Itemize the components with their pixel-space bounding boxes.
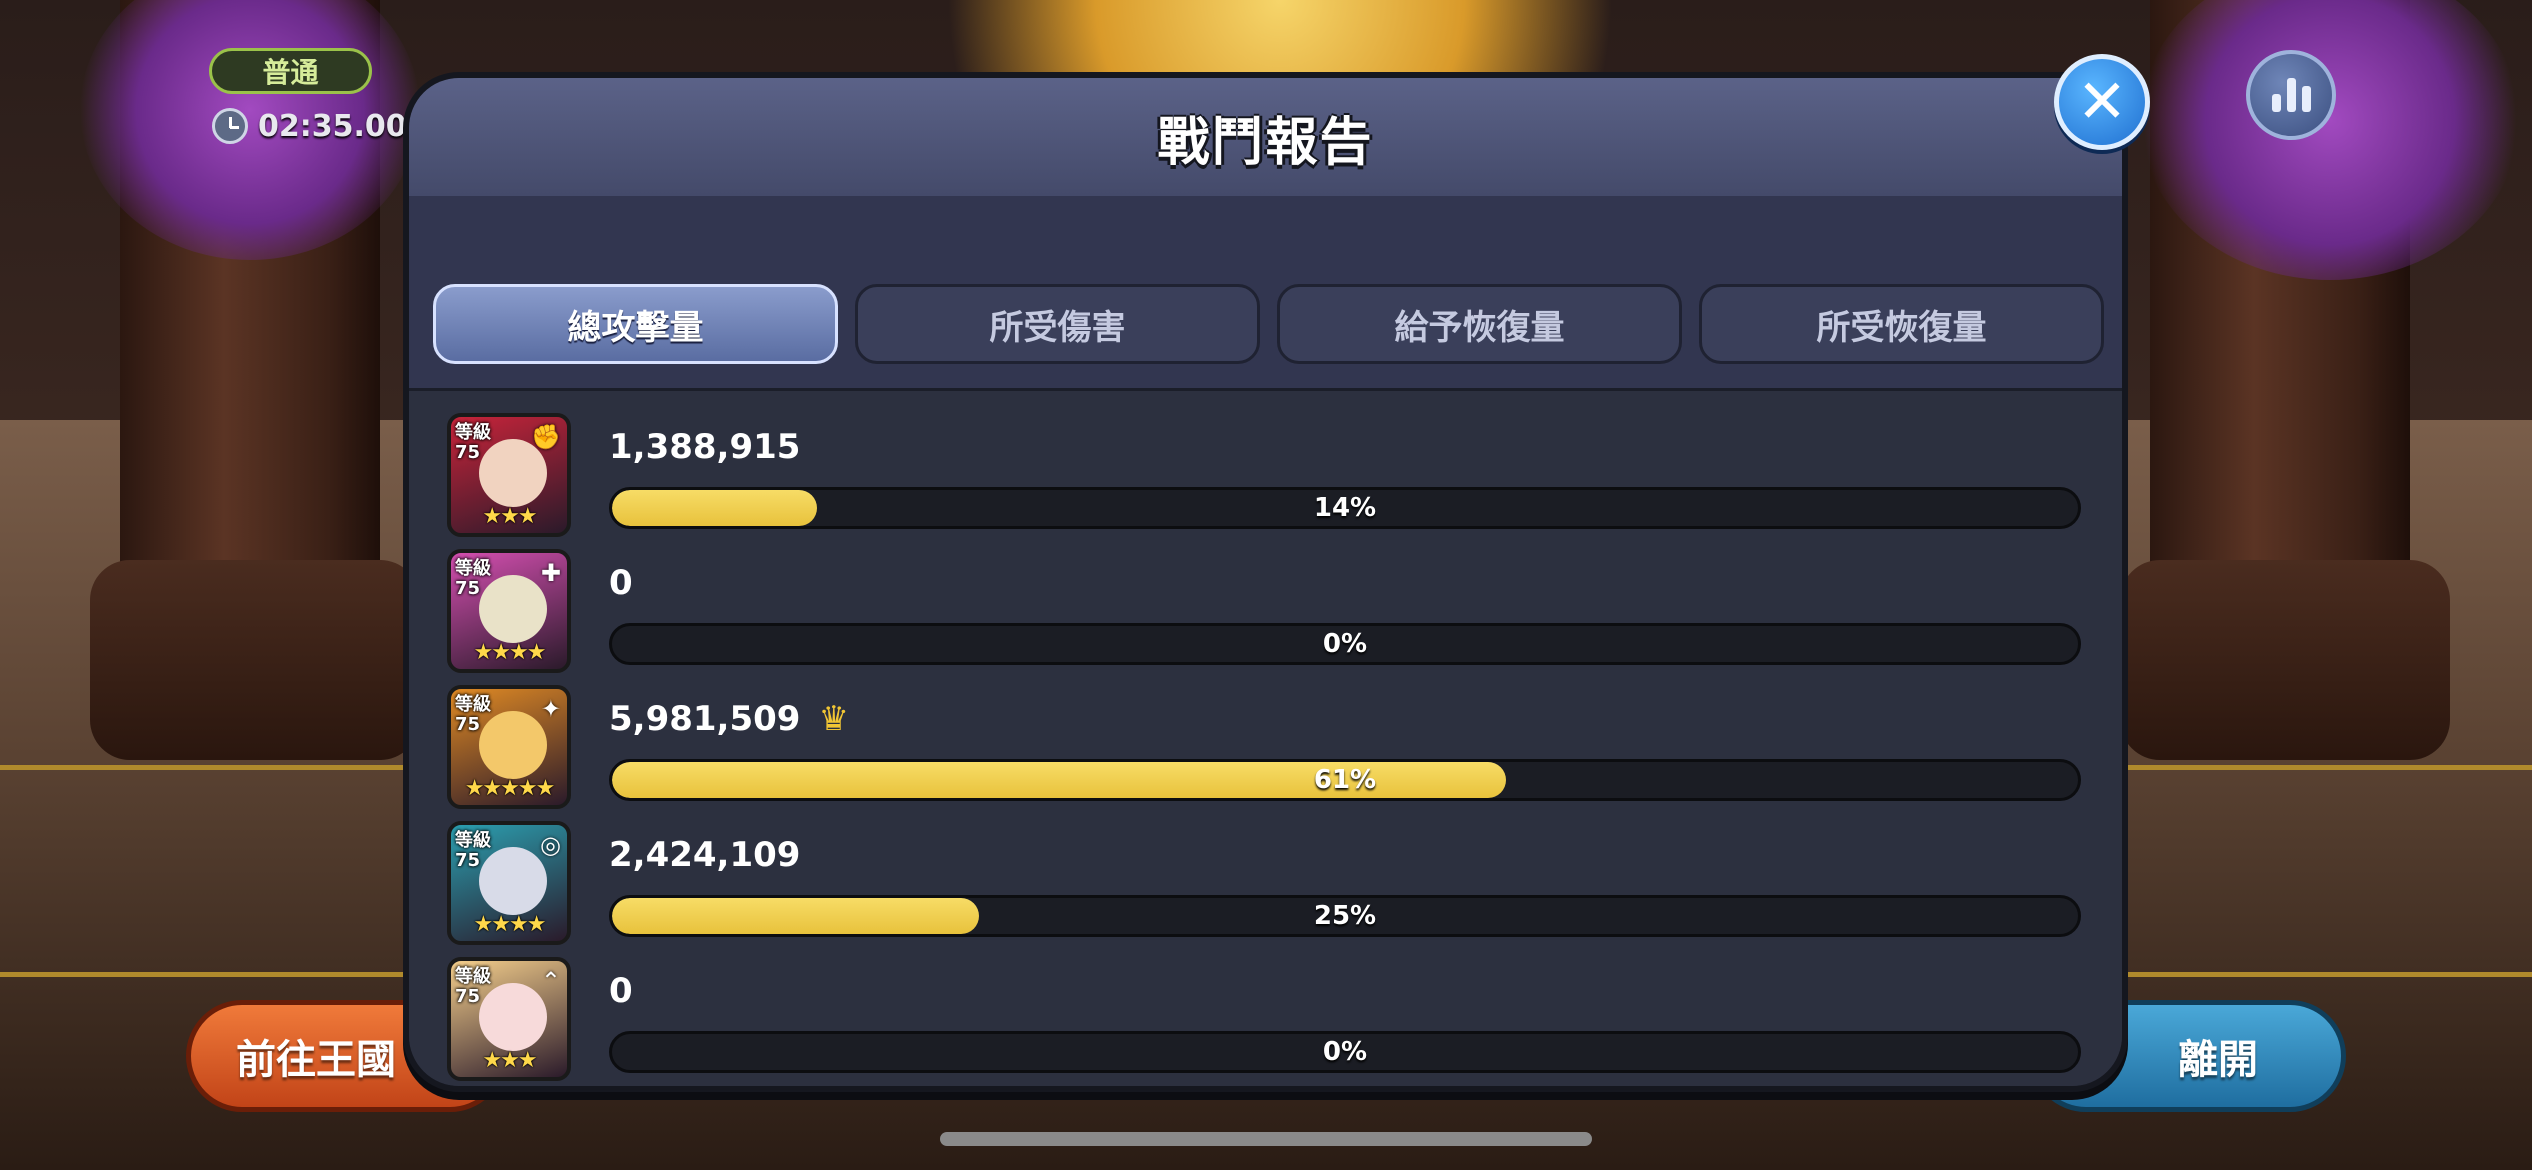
cookie-portrait xyxy=(479,711,547,779)
damage-share-percent: 14% xyxy=(1313,493,1377,523)
report-tabs: 總攻擊量 所受傷害 給予恢復量 所受恢復量 xyxy=(409,196,2122,388)
cookie-avatar[interactable]: 等級 75 ◎ ★★★★ xyxy=(447,821,571,945)
ranged-icon: ◎ xyxy=(540,831,561,859)
damage-value: 2,424,109 xyxy=(609,835,801,875)
list-item: 等級 75 ✦ ★★★★★ 5,981,509 ♛ 61% xyxy=(409,677,2122,809)
panel-title: 戰鬥報告 xyxy=(1157,112,1374,173)
cookie-portrait xyxy=(479,847,547,915)
damage-share-percent: 0% xyxy=(1322,629,1368,659)
cookie-portrait xyxy=(479,439,547,507)
pillar-base-left xyxy=(90,560,420,760)
cookie-avatar[interactable]: 等級 75 ⌃ ★★★ xyxy=(447,957,571,1081)
stats-button[interactable] xyxy=(2246,50,2336,140)
close-icon: ✕ xyxy=(2076,67,2128,137)
healing-icon: ✚ xyxy=(540,559,561,587)
damage-share-percent: 25% xyxy=(1313,901,1377,931)
cookie-portrait xyxy=(479,983,547,1051)
damage-share-bar: 25% xyxy=(609,895,2081,937)
panel-header: 戰鬥報告 xyxy=(409,78,2122,196)
damage-list: 等級 75 ✊ ★★★ 1,388,915 14% 等級 75 ✚ ★★★★ 0 0… xyxy=(409,388,2122,1086)
damage-share-bar: 61% xyxy=(609,759,2081,801)
damage-share-percent: 61% xyxy=(1313,765,1377,795)
home-indicator[interactable] xyxy=(940,1132,1592,1146)
difficulty-badge: 普通 xyxy=(209,48,372,94)
star-rating: ★★★★★ xyxy=(464,776,556,801)
star-rating: ★★★★ xyxy=(473,912,547,937)
tab-healing-received[interactable]: 所受恢復量 xyxy=(1699,284,2104,364)
close-button[interactable]: ✕ xyxy=(2054,54,2150,150)
timer-value: 02:35.00 xyxy=(258,108,407,144)
damage-share-bar: 0% xyxy=(609,623,2081,665)
bar-chart-icon xyxy=(2286,78,2296,112)
damage-value: 0 xyxy=(609,971,633,1011)
battle-timer: 02:35.00 xyxy=(212,108,407,144)
cookie-portrait xyxy=(479,575,547,643)
clock-icon xyxy=(212,108,248,144)
damage-value: 1,388,915 xyxy=(609,427,801,467)
damage-share-bar: 14% xyxy=(609,487,2081,529)
pillar-base-right xyxy=(2120,560,2450,760)
battle-report-panel: 戰鬥報告 總攻擊量 所受傷害 給予恢復量 所受恢復量 等級 75 ✊ ★★★ 1,… xyxy=(403,72,2128,1092)
list-item: 等級 75 ⌃ ★★★ 0 0% xyxy=(409,949,2122,1081)
tab-total-damage[interactable]: 總攻擊量 xyxy=(433,284,838,364)
damage-share-bar: 0% xyxy=(609,1031,2081,1073)
star-rating: ★★★★ xyxy=(473,640,547,665)
list-item: 等級 75 ✊ ★★★ 1,388,915 14% xyxy=(409,405,2122,537)
list-item: 等級 75 ◎ ★★★★ 2,424,109 25% xyxy=(409,813,2122,945)
support-icon: ⌃ xyxy=(540,967,561,995)
damage-value: 5,981,509 ♛ xyxy=(609,699,849,739)
cookie-avatar[interactable]: 等級 75 ✦ ★★★★★ xyxy=(447,685,571,809)
bar-chart-icon xyxy=(2271,94,2281,112)
list-item: 等級 75 ✚ ★★★★ 0 0% xyxy=(409,541,2122,673)
star-rating: ★★★ xyxy=(482,1048,537,1073)
tab-healing-given[interactable]: 給予恢復量 xyxy=(1277,284,1682,364)
magic-icon: ✦ xyxy=(540,695,561,723)
cookie-avatar[interactable]: 等級 75 ✊ ★★★ xyxy=(447,413,571,537)
damage-share-percent: 0% xyxy=(1322,1037,1368,1067)
cookie-avatar[interactable]: 等級 75 ✚ ★★★★ xyxy=(447,549,571,673)
star-rating: ★★★ xyxy=(482,504,537,529)
damage-value: 0 xyxy=(609,563,633,603)
crown-icon: ♛ xyxy=(818,699,849,739)
bar-chart-icon xyxy=(2301,86,2311,112)
tab-damage-taken[interactable]: 所受傷害 xyxy=(855,284,1260,364)
